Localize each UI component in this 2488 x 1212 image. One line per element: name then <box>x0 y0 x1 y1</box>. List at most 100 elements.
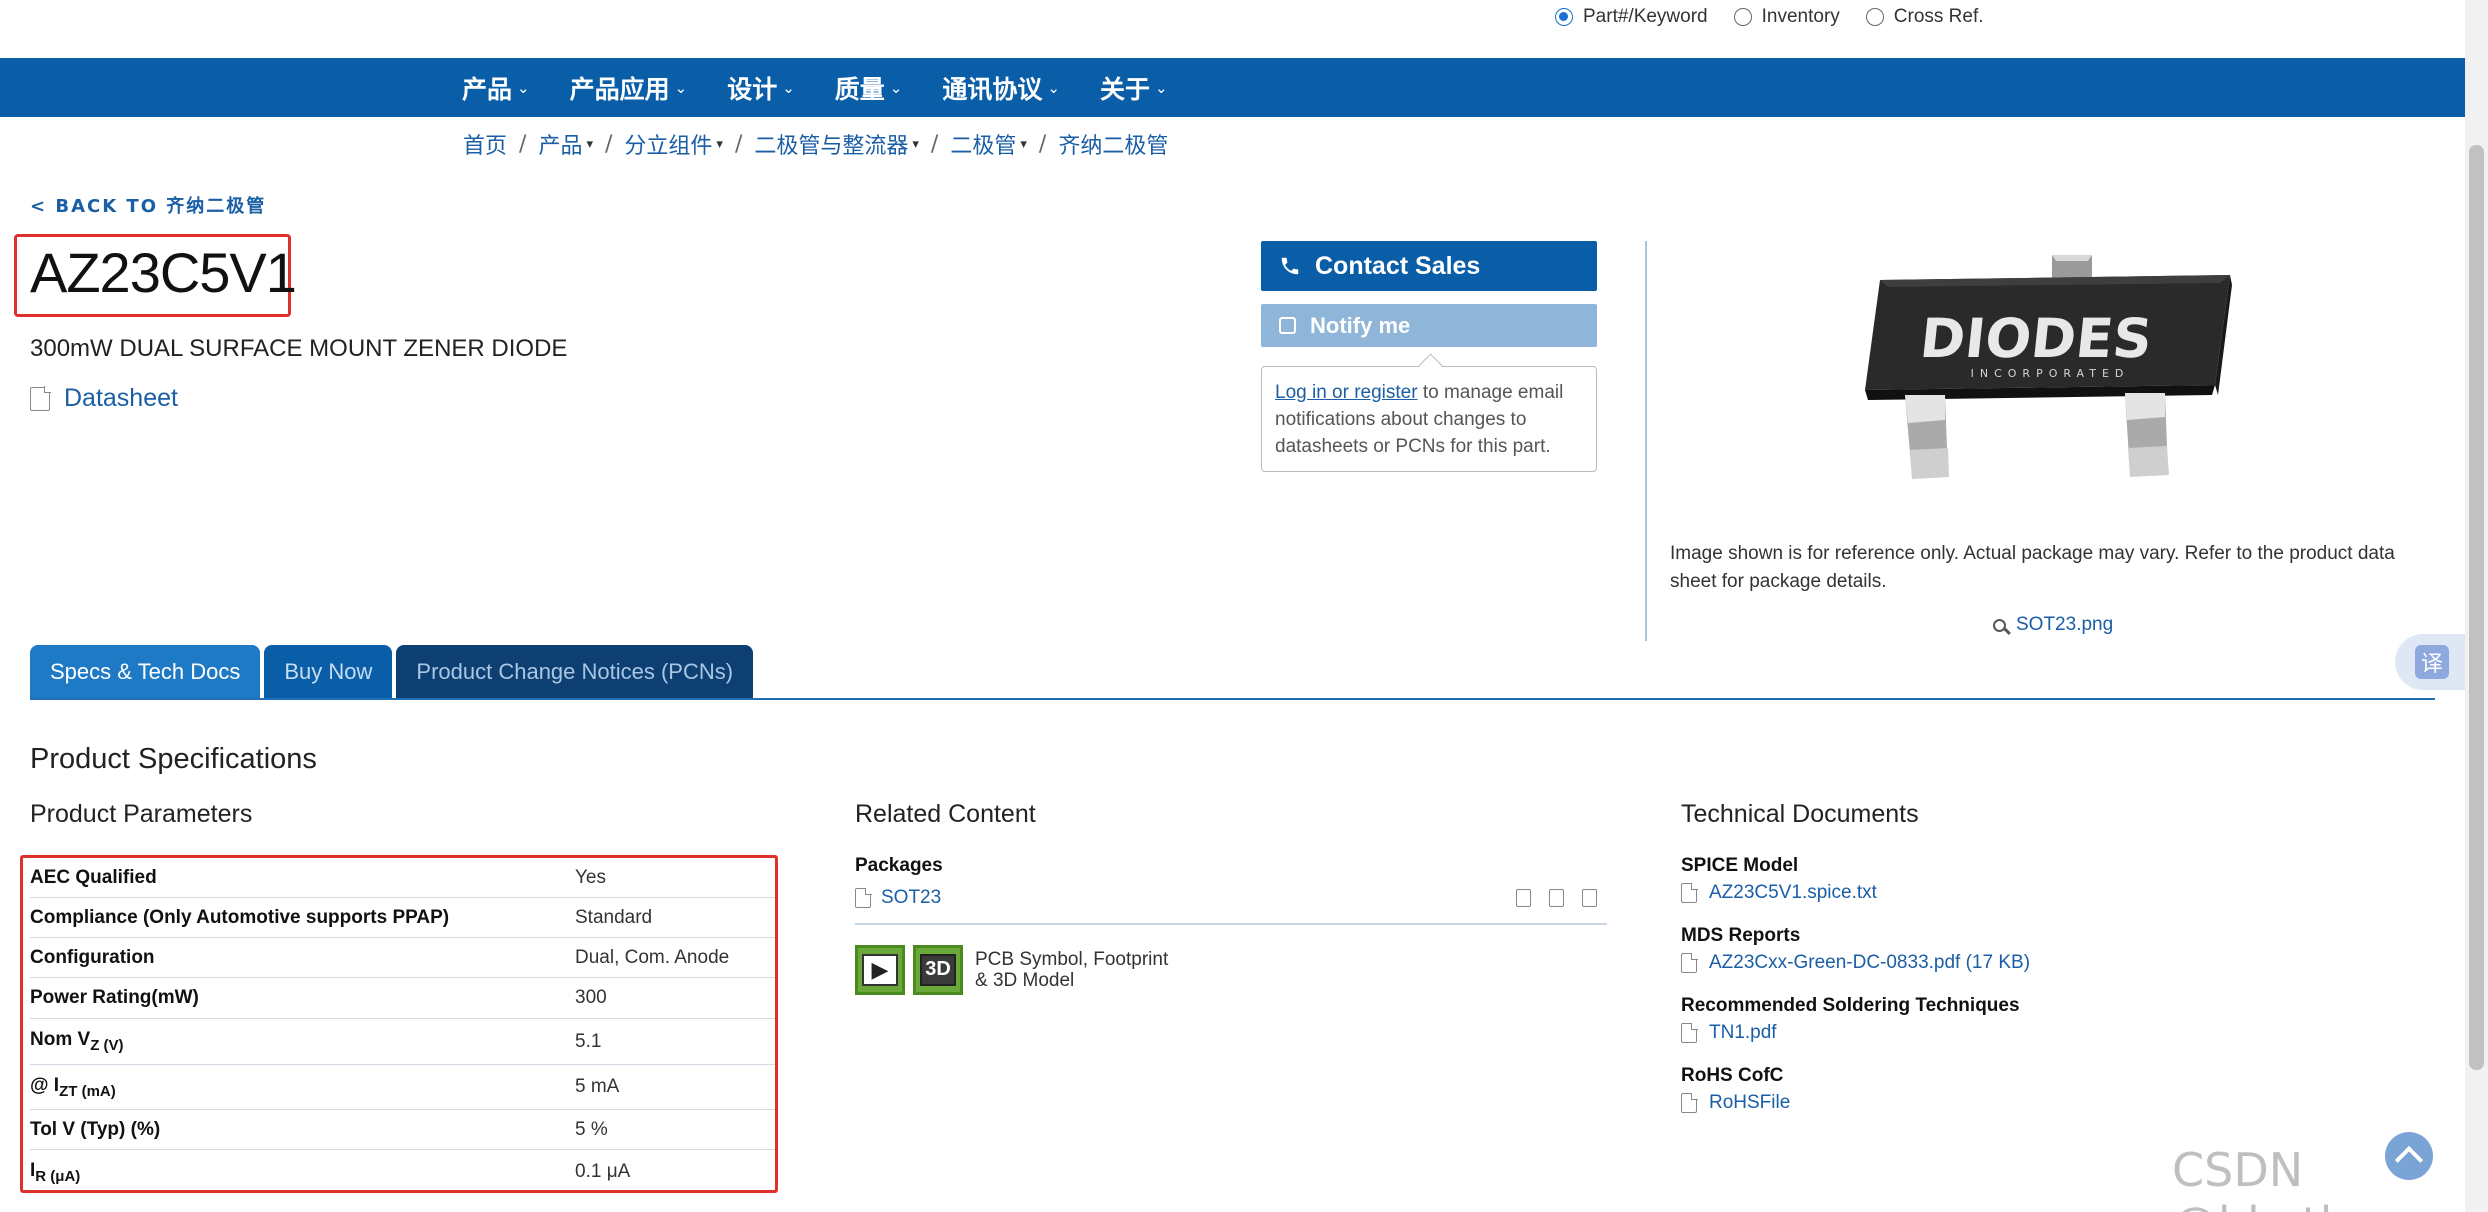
doc-file-label: AZ23Cxx-Green-DC-0833.pdf (17 KB) <box>1709 952 2031 973</box>
param-key-sub: Z (V) <box>90 1036 124 1054</box>
pdf-icon[interactable] <box>1516 889 1531 907</box>
radio-icon[interactable] <box>1733 8 1752 26</box>
breadcrumb-label: 二极管与整流器 <box>754 134 909 159</box>
table-row: Nom VZ (V) 5.1 <box>30 1019 775 1065</box>
breadcrumb-products[interactable]: 产品 ▾ <box>538 128 593 160</box>
search-option-label: Part#/Keyword <box>1583 6 1708 27</box>
param-value: Dual, Com. Anode <box>575 946 730 968</box>
breadcrumb-label: 齐纳二极管 <box>1058 134 1169 159</box>
doc-heading: SPICE Model <box>1681 855 1799 876</box>
cad-icon[interactable] <box>1549 889 1564 907</box>
breadcrumb-separator: / <box>604 131 613 157</box>
technical-documents-title: Technical Documents <box>1681 800 1919 828</box>
breadcrumb-diodes-rectifiers[interactable]: 二极管与整流器 ▾ <box>754 128 919 160</box>
nav-item-protocols[interactable]: 通讯协议 ⌄ <box>942 70 1060 106</box>
param-value: 5 % <box>575 1118 608 1140</box>
chevron-down-icon: ⌄ <box>1154 78 1168 97</box>
breadcrumb-diodes[interactable]: 二极管 ▾ <box>950 128 1027 160</box>
part-description: 300mW DUAL SURFACE MOUNT ZENER DIODE <box>30 335 568 362</box>
nav-item-quality[interactable]: 质量 ⌄ <box>835 70 903 106</box>
chevron-down-icon: ⌄ <box>517 78 530 97</box>
table-row: IR (μA) 0.1 μA <box>30 1150 775 1194</box>
checkbox-icon <box>1279 317 1296 334</box>
part-number-title: AZ23C5V1 <box>30 241 297 304</box>
vertical-divider <box>1645 241 1647 641</box>
doc-item: MDS Reports AZ23Cxx-Green-DC-0833.pdf (1… <box>1681 925 2030 974</box>
table-row: AEC Qualified Yes <box>30 858 775 898</box>
pcb-model-link[interactable]: ▶ 3D PCB Symbol, Footprint & 3D Model <box>855 944 1607 995</box>
package-brand-sub: INCORPORATED <box>1971 367 2130 380</box>
breadcrumb-zener[interactable]: 齐纳二极管 <box>1058 128 1168 160</box>
tab-pcns[interactable]: Product Change Notices (PCNs) <box>396 645 754 699</box>
param-key: Nom VZ (V) <box>30 1029 575 1054</box>
image-file-label: SOT23.png <box>2016 614 2114 635</box>
main-nav: 产品 ⌄ 产品应用 ⌄ 设计 ⌄ 质量 ⌄ 通讯协议 ⌄ 关于 ⌄ <box>0 58 2465 117</box>
nav-item-design[interactable]: 设计 ⌄ <box>727 70 795 106</box>
translate-icon: 译 <box>2415 645 2449 679</box>
param-value: Yes <box>575 866 606 888</box>
param-key: Configuration <box>30 946 155 968</box>
param-key: AEC Qualified <box>30 866 157 888</box>
package-file-icons <box>1516 889 1607 907</box>
param-key-sub: ZT (mA) <box>59 1082 116 1100</box>
table-row: Compliance (Only Automotive supports PPA… <box>30 898 775 938</box>
search-option-crossref[interactable]: Cross Ref. <box>1865 6 1984 28</box>
doc-link[interactable]: AZ23C5V1.spice.txt <box>1681 882 2030 904</box>
divider <box>855 923 1607 925</box>
technical-documents: SPICE Model AZ23C5V1.spice.txt MDS Repor… <box>1681 855 2030 1135</box>
parameters-table: AEC Qualified Yes Compliance (Only Automo… <box>30 858 775 1194</box>
nav-item-products[interactable]: 产品 ⌄ <box>462 70 530 106</box>
param-value: 5 mA <box>575 1076 620 1097</box>
chevron-down-icon: ⌄ <box>1047 78 1060 97</box>
doc-file-label: TN1.pdf <box>1709 1022 1777 1043</box>
search-option-part[interactable]: Part#/Keyword <box>1555 6 1708 28</box>
nav-label: 关于 <box>1099 74 1150 104</box>
package-brand-text: DIODES <box>1917 307 2155 370</box>
watermark: CSDN @hhctlw <box>2172 1143 2370 1212</box>
back-link[interactable]: < BACK TO 齐纳二极管 <box>30 192 266 218</box>
doc-link[interactable]: AZ23Cxx-Green-DC-0833.pdf (17 KB) <box>1681 952 2030 974</box>
tab-specs[interactable]: Specs & Tech Docs <box>30 645 261 699</box>
image-icon[interactable] <box>1582 889 1597 907</box>
breadcrumb-discrete[interactable]: 分立组件 ▾ <box>624 128 723 160</box>
search-option-inventory[interactable]: Inventory <box>1733 6 1840 28</box>
breadcrumb-label: 分立组件 <box>624 134 713 159</box>
datasheet-link[interactable]: Datasheet <box>30 384 178 413</box>
scrollbar[interactable] <box>2465 0 2488 1212</box>
param-key-sub: R (μA) <box>35 1167 81 1185</box>
image-file-link[interactable]: SOT23.png <box>1993 614 2113 636</box>
login-register-link[interactable]: Log in or register <box>1275 382 1418 403</box>
nav-label: 产品应用 <box>569 74 670 104</box>
breadcrumb-home[interactable]: 首页 <box>463 128 507 160</box>
search-option-label: Inventory <box>1761 6 1840 27</box>
table-row: Configuration Dual, Com. Anode <box>30 938 775 978</box>
nav-item-about[interactable]: 关于 ⌄ <box>1100 70 1168 106</box>
breadcrumb-separator: / <box>930 131 939 157</box>
breadcrumb-label: 首页 <box>463 134 508 159</box>
param-key-main: Nom V <box>30 1029 91 1051</box>
doc-link[interactable]: RoHSFile <box>1681 1092 2030 1114</box>
tab-buy-now[interactable]: Buy Now <box>264 645 393 699</box>
translate-widget[interactable]: 译 <box>2395 634 2465 690</box>
scrollbar-thumb[interactable] <box>2469 145 2484 1070</box>
radio-icon[interactable] <box>1555 8 1573 26</box>
nav-item-applications[interactable]: 产品应用 ⌄ <box>570 70 688 106</box>
search-option-label: Cross Ref. <box>1893 6 1984 27</box>
breadcrumb: 首页 / 产品 ▾ / 分立组件 ▾ / 二极管与整流器 ▾ / 二极管 ▾ / 齐纳二… <box>463 128 1168 160</box>
pdf-icon <box>30 386 51 411</box>
packages-heading: Packages <box>855 855 943 876</box>
product-parameters-title: Product Parameters <box>30 800 253 828</box>
doc-heading: MDS Reports <box>1681 925 1801 946</box>
image-caption: Image shown is for reference only. Actua… <box>1670 543 2395 592</box>
notify-me-button[interactable]: Notify me <box>1261 304 1597 347</box>
breadcrumb-label: 二极管 <box>950 134 1017 159</box>
doc-link[interactable]: TN1.pdf <box>1681 1022 2030 1044</box>
param-key: Power Rating(mW) <box>30 987 199 1008</box>
param-key-main: @ I <box>30 1074 60 1096</box>
contact-sales-label: Contact Sales <box>1315 251 1481 280</box>
contact-sales-button[interactable]: Contact Sales <box>1261 241 1597 291</box>
radio-icon[interactable] <box>1865 8 1884 26</box>
chevron-down-icon: ▾ <box>1020 136 1027 152</box>
package-link[interactable]: SOT23 <box>881 887 941 909</box>
chevron-down-icon: ▾ <box>716 136 723 152</box>
